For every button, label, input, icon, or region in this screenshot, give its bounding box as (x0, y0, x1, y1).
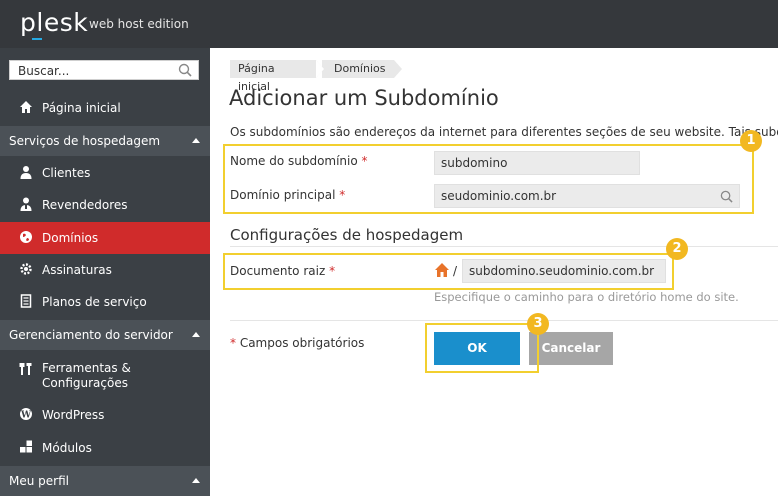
sidebar-item-wordpress[interactable]: W WordPress (0, 399, 210, 431)
step-badge-2: 2 (666, 238, 688, 260)
section-divider (230, 246, 778, 247)
collapse-caret-icon (192, 138, 200, 143)
search-icon[interactable] (178, 63, 192, 77)
sidebar-item-modules[interactable]: Módulos (0, 432, 210, 464)
sidebar-item-home[interactable]: Página inicial (0, 92, 210, 124)
form-divider (230, 320, 778, 321)
sidebar-item-service-plans[interactable]: Planos de serviço (0, 286, 210, 318)
label-line: Configurações (42, 376, 128, 390)
svg-text:W: W (20, 411, 32, 421)
step-badge-1: 1 (740, 130, 762, 152)
highlight-box-3 (425, 323, 539, 373)
sidebar-item-label: Página inicial (42, 101, 121, 115)
user-icon (20, 166, 32, 179)
required-marker: * (230, 336, 236, 350)
sidebar-item-tools-settings[interactable]: Ferramentas & Configurações (0, 354, 210, 394)
sidebar-item-label: WordPress (42, 408, 105, 422)
hosting-settings-title: Configurações de hospedagem (230, 226, 464, 244)
home-icon (20, 101, 32, 113)
collapse-caret-icon (192, 332, 200, 337)
sidebar-item-label: Clientes (42, 166, 91, 180)
section-hosting-services[interactable]: Serviços de hospedagem (0, 126, 210, 156)
page-description: Os subdomínios são endereços da internet… (230, 125, 778, 139)
gear-icon (20, 263, 32, 275)
globe-icon (20, 231, 32, 243)
collapse-caret-icon (192, 478, 200, 483)
breadcrumb-separator (316, 60, 324, 78)
plesk-logo[interactable]: plesk (20, 8, 88, 37)
section-server-management[interactable]: Gerenciamento do servidor (0, 320, 210, 350)
required-fields-note: * Campos obrigatórios (230, 336, 364, 350)
cancel-button[interactable]: Cancelar (529, 332, 613, 365)
sidebar-item-domains[interactable]: Domínios (0, 222, 210, 254)
breadcrumb-domains[interactable]: Domínios (322, 60, 402, 78)
document-root-hint: Especifique o caminho para o diretório h… (434, 290, 739, 304)
sidebar: Buscar... Página inicial Serviços de hos… (0, 48, 210, 496)
top-bar: plesk web host edition (0, 0, 778, 48)
edition-label: web host edition (89, 17, 189, 31)
section-label: Gerenciamento do servidor (9, 328, 173, 342)
highlight-box-1 (223, 144, 754, 214)
search-input[interactable]: Buscar... (9, 60, 199, 80)
section-label: Serviços de hospedagem (9, 134, 161, 148)
sidebar-item-label: Planos de serviço (42, 295, 147, 309)
wordpress-icon: W (20, 408, 32, 421)
note-text: Campos obrigatórios (239, 336, 365, 350)
sidebar-item-clients[interactable]: Clientes (0, 157, 210, 189)
label-line: Ferramentas & (42, 361, 131, 375)
modules-icon (20, 440, 32, 453)
sidebar-item-label: Assinaturas (42, 263, 112, 277)
sidebar-item-resellers[interactable]: Revendedores (0, 189, 210, 221)
sidebar-item-subscriptions[interactable]: Assinaturas (0, 254, 210, 286)
sidebar-item-label: Ferramentas & Configurações (42, 361, 131, 391)
breadcrumb-home[interactable]: Página inicial (230, 60, 324, 93)
sidebar-item-label: Revendedores (42, 198, 128, 212)
page-title: Adicionar um Subdomínio (229, 86, 499, 110)
logo-accent (32, 38, 42, 40)
highlight-box-2 (223, 253, 674, 290)
tools-icon (19, 363, 32, 375)
section-my-profile[interactable]: Meu perfil (0, 466, 210, 496)
sidebar-item-label: Módulos (42, 441, 92, 455)
sidebar-item-label: Domínios (42, 231, 99, 245)
search-placeholder: Buscar... (18, 64, 70, 78)
step-badge-3: 3 (527, 313, 549, 335)
document-icon (20, 294, 32, 308)
reseller-icon (20, 197, 32, 211)
